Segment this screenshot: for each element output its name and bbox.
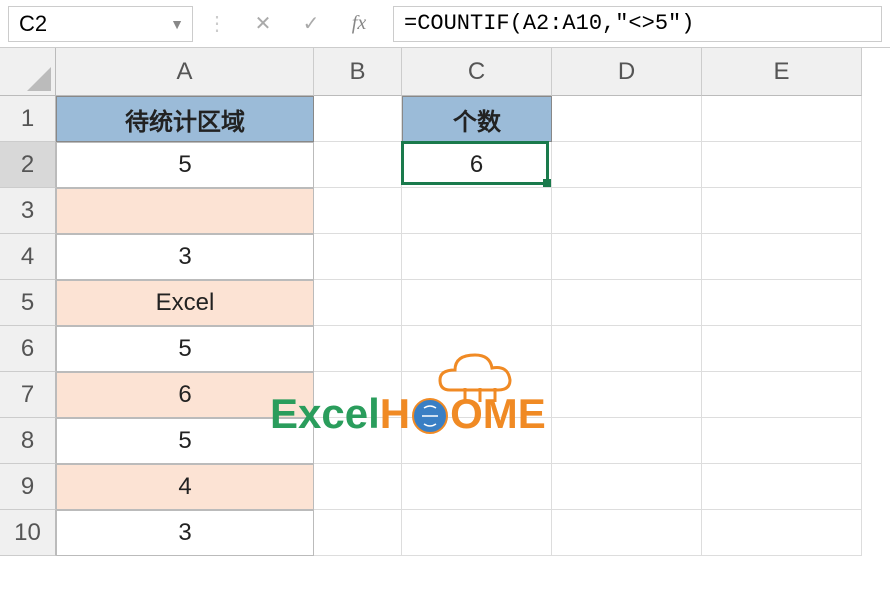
cell-A4[interactable]: 3	[56, 234, 314, 280]
row-header-7[interactable]: 7	[0, 372, 56, 418]
row-header-9[interactable]: 9	[0, 464, 56, 510]
cell-C2[interactable]: 6	[402, 142, 552, 188]
cell-D9[interactable]	[552, 464, 702, 510]
grid-row: 3	[56, 234, 862, 280]
cell-C1[interactable]: 个数	[402, 96, 552, 142]
row-headers: 12345678910	[0, 96, 56, 556]
cell-C4[interactable]	[402, 234, 552, 280]
cell-E6[interactable]	[702, 326, 862, 372]
cell-A3[interactable]	[56, 188, 314, 234]
cell-D1[interactable]	[552, 96, 702, 142]
cell-E10[interactable]	[702, 510, 862, 556]
cell-C5[interactable]	[402, 280, 552, 326]
separator-icon: ⋮	[197, 11, 237, 36]
select-all-corner[interactable]	[0, 48, 56, 96]
column-header-C[interactable]: C	[402, 48, 552, 96]
cell-B4[interactable]	[314, 234, 402, 280]
grid-row: 待统计区域 个数	[56, 96, 862, 142]
main-grid-wrap: ABCDE 待统计区域个数563Excel56543	[56, 48, 862, 556]
grid-row: 56	[56, 142, 862, 188]
row-header-3[interactable]: 3	[0, 188, 56, 234]
cell-A5[interactable]: Excel	[56, 280, 314, 326]
cell-C9[interactable]	[402, 464, 552, 510]
cell-B8[interactable]	[314, 418, 402, 464]
cell-reference: C2	[19, 11, 47, 37]
cell-B6[interactable]	[314, 326, 402, 372]
cell-A1[interactable]: 待统计区域	[56, 96, 314, 142]
cell-E7[interactable]	[702, 372, 862, 418]
cell-B9[interactable]	[314, 464, 402, 510]
cancel-icon: ✕	[255, 11, 272, 36]
row-header-2[interactable]: 2	[0, 142, 56, 188]
cell-B3[interactable]	[314, 188, 402, 234]
column-header-E[interactable]: E	[702, 48, 862, 96]
cell-C3[interactable]	[402, 188, 552, 234]
cell-D8[interactable]	[552, 418, 702, 464]
cell-D10[interactable]	[552, 510, 702, 556]
row-header-5[interactable]: 5	[0, 280, 56, 326]
cell-A6[interactable]: 5	[56, 326, 314, 372]
cell-A9[interactable]: 4	[56, 464, 314, 510]
cell-D2[interactable]	[552, 142, 702, 188]
grid-row: Excel	[56, 280, 862, 326]
column-header-A[interactable]: A	[56, 48, 314, 96]
cell-C6[interactable]	[402, 326, 552, 372]
cancel-button[interactable]: ✕	[241, 6, 285, 42]
cell-D6[interactable]	[552, 326, 702, 372]
cell-A8[interactable]: 5	[56, 418, 314, 464]
cell-C10[interactable]	[402, 510, 552, 556]
cell-E4[interactable]	[702, 234, 862, 280]
column-header-D[interactable]: D	[552, 48, 702, 96]
grid-row	[56, 188, 862, 234]
cell-C8[interactable]	[402, 418, 552, 464]
column-headers: ABCDE	[56, 48, 862, 96]
cell-E1[interactable]	[702, 96, 862, 142]
cell-C7[interactable]	[402, 372, 552, 418]
row-header-6[interactable]: 6	[0, 326, 56, 372]
cell-B10[interactable]	[314, 510, 402, 556]
cell-grid[interactable]: 待统计区域个数563Excel56543	[56, 96, 862, 556]
cell-E3[interactable]	[702, 188, 862, 234]
dropdown-icon[interactable]: ▼	[170, 16, 184, 32]
grid-row: 4	[56, 464, 862, 510]
row-header-4[interactable]: 4	[0, 234, 56, 280]
cell-E9[interactable]	[702, 464, 862, 510]
cell-D7[interactable]	[552, 372, 702, 418]
cell-E8[interactable]	[702, 418, 862, 464]
cell-E5[interactable]	[702, 280, 862, 326]
name-box[interactable]: C2 ▼	[8, 6, 193, 42]
row-header-10[interactable]: 10	[0, 510, 56, 556]
cell-B7[interactable]	[314, 372, 402, 418]
cell-D4[interactable]	[552, 234, 702, 280]
cell-A2[interactable]: 5	[56, 142, 314, 188]
cell-B1[interactable]	[314, 96, 402, 142]
cell-A7[interactable]: 6	[56, 372, 314, 418]
grid-row: 6	[56, 372, 862, 418]
row-header-8[interactable]: 8	[0, 418, 56, 464]
accept-button[interactable]: ✓	[289, 6, 333, 42]
fx-icon: fx	[352, 12, 366, 35]
grid-row: 5	[56, 326, 862, 372]
cell-B5[interactable]	[314, 280, 402, 326]
grid-row: 3	[56, 510, 862, 556]
cell-E2[interactable]	[702, 142, 862, 188]
cell-B2[interactable]	[314, 142, 402, 188]
fx-button[interactable]: fx	[337, 6, 381, 42]
formula-text: =COUNTIF(A2:A10,"<>5")	[404, 11, 694, 36]
formula-input[interactable]: =COUNTIF(A2:A10,"<>5")	[393, 6, 882, 42]
left-column: 12345678910	[0, 48, 56, 556]
cell-D5[interactable]	[552, 280, 702, 326]
row-header-1[interactable]: 1	[0, 96, 56, 142]
grid-row: 5	[56, 418, 862, 464]
cell-A10[interactable]: 3	[56, 510, 314, 556]
cell-D3[interactable]	[552, 188, 702, 234]
column-header-B[interactable]: B	[314, 48, 402, 96]
spreadsheet: 12345678910 ABCDE 待统计区域个数563Excel56543	[0, 48, 890, 556]
formula-bar: C2 ▼ ⋮ ✕ ✓ fx =COUNTIF(A2:A10,"<>5")	[0, 0, 890, 48]
checkmark-icon: ✓	[303, 11, 320, 36]
